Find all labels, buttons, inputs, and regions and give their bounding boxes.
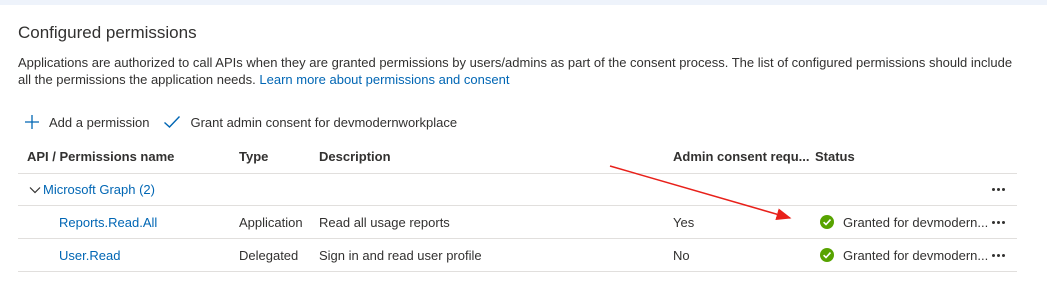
- admin-consent-required: No: [673, 247, 690, 263]
- table-header-row: API / Permissions name Type Description …: [18, 140, 1017, 174]
- group-label: Microsoft Graph (2): [43, 182, 155, 197]
- add-permission-label: Add a permission: [49, 114, 150, 130]
- group-row-microsoft-graph: Microsoft Graph (2): [18, 174, 1017, 206]
- header-admin-consent-required[interactable]: Admin consent requ...: [673, 140, 810, 173]
- admin-consent-required: Yes: [673, 214, 695, 230]
- permission-description: Read all usage reports: [319, 214, 450, 230]
- add-permission-button[interactable]: Add a permission: [24, 114, 149, 130]
- chevron-down-icon: [29, 186, 41, 193]
- table-row: User.Read Delegated Sign in and read use…: [18, 239, 1017, 272]
- status-text: Granted for devmodern...: [843, 247, 989, 263]
- section-description: Applications are authorized to call APIs…: [18, 54, 1028, 88]
- status-cell: Granted for devmodern...: [815, 206, 988, 238]
- permission-description: Sign in and read user profile: [319, 247, 482, 263]
- group-toggle[interactable]: Microsoft Graph (2): [29, 174, 155, 205]
- header-description[interactable]: Description: [319, 140, 391, 173]
- header-status[interactable]: Status: [815, 140, 855, 173]
- plus-icon: [25, 115, 39, 129]
- more-ellipsis-icon: [991, 188, 1005, 191]
- success-check-icon: [820, 248, 834, 262]
- row-more-actions-button[interactable]: [986, 239, 1010, 271]
- group-more-actions-button[interactable]: [986, 174, 1010, 205]
- permission-name-link[interactable]: Reports.Read.All: [59, 206, 157, 238]
- permissions-table: API / Permissions name Type Description …: [18, 140, 1017, 272]
- header-type[interactable]: Type: [239, 140, 268, 173]
- header-api-permissions-name[interactable]: API / Permissions name: [27, 140, 174, 173]
- more-ellipsis-icon: [991, 253, 1005, 257]
- checkmark-icon: [164, 116, 181, 128]
- more-ellipsis-icon: [991, 220, 1005, 224]
- permission-type: Application: [239, 214, 303, 230]
- description-text: Applications are authorized to call APIs…: [18, 55, 1013, 87]
- status-text: Granted for devmodern...: [843, 214, 989, 230]
- success-check-icon: [820, 215, 834, 229]
- grant-admin-consent-button[interactable]: Grant admin consent for devmodernworkpla…: [163, 114, 457, 130]
- row-more-actions-button[interactable]: [986, 206, 1010, 238]
- permission-name-link[interactable]: User.Read: [59, 239, 120, 271]
- table-row: Reports.Read.All Application Read all us…: [18, 206, 1017, 239]
- command-bar: Add a permission Grant admin consent for…: [24, 111, 457, 133]
- top-banner-strip: [0, 0, 1047, 5]
- status-cell: Granted for devmodern...: [815, 239, 988, 271]
- grant-admin-consent-label: Grant admin consent for devmodernworkpla…: [190, 114, 458, 130]
- learn-more-link[interactable]: Learn more about permissions and consent: [259, 72, 509, 87]
- section-title: Configured permissions: [18, 23, 197, 42]
- permission-type: Delegated: [239, 247, 299, 263]
